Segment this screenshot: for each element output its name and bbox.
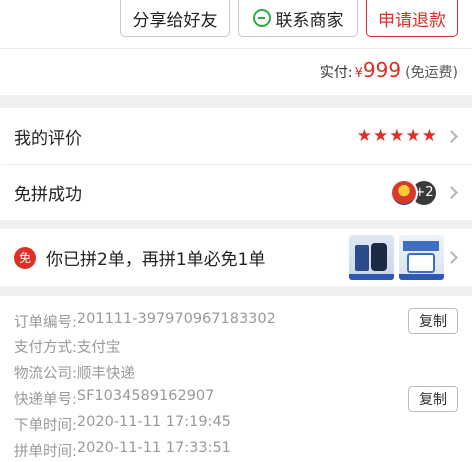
contact-button-label: 联系商家 [275,10,344,31]
thumb-shape [403,241,439,251]
currency-symbol: ¥ [354,66,363,81]
thumb-shape [371,243,387,271]
info-key: 拼单时间: [14,444,77,460]
order-number: 201111-397970967183302 [76,311,276,327]
shipping-note: (免运费) [405,65,458,81]
chevron-right-icon [445,186,458,199]
product-thumbnail[interactable] [399,235,444,280]
promo-text: 你已拼2单，再拼1单必免1单 [46,250,266,270]
request-refund-button[interactable]: 申请退款 [366,0,458,37]
contact-merchant-button[interactable]: 联系商家 [238,0,358,37]
tracking-number-line: 快递单号: SF1034589162907 [14,388,214,409]
info-key: 物流公司: [14,366,77,382]
rating-stars: ★★★★★ [356,126,438,146]
avatar [390,178,418,207]
share-button-label: 分享给好友 [132,10,218,31]
chevron-right-icon [445,251,458,264]
order-time-line: 下单时间: 2020-11-11 17:19:45 [14,414,231,435]
payment-method-line: 支付方式: 支付宝 [14,336,120,357]
chat-icon [252,9,271,27]
payment-label: 实付: [319,65,353,81]
info-key: 下单时间: [14,418,77,434]
tracking-number: SF1034589162907 [76,388,215,404]
group-success-row[interactable]: 免拼成功 +2 [0,165,472,220]
free-badge-icon: 免 [14,246,36,269]
info-key: 支付方式: [14,340,77,356]
copy-label: 复制 [419,314,447,330]
my-review-label: 我的评价 [14,128,82,149]
order-time: 2020-11-11 17:19:45 [76,414,231,430]
order-info-panel: 订单编号: 201111-397970967183302 复制 支付方式: 支付… [0,296,472,462]
thumb-shape [355,245,369,271]
refund-button-label: 申请退款 [378,10,446,31]
divider [0,48,472,49]
group-success-label: 免拼成功 [14,185,82,205]
thumb-shape [399,274,444,280]
group-time: 2020-11-11 17:33:51 [76,440,231,456]
copy-label: 复制 [419,392,447,408]
copy-order-number-button[interactable]: 复制 [408,308,458,334]
member-avatars: +2 [390,178,438,207]
order-number-line: 订单编号: 201111-397970967183302 [14,311,276,332]
thumb-shape [407,253,435,273]
group-time-line: 拼单时间: 2020-11-11 17:33:51 [14,440,231,461]
logistics-company: 顺丰快递 [76,366,135,382]
free-order-promo-row[interactable]: 免 你已拼2单，再拼1单必免1单 [0,229,472,286]
product-thumbnail[interactable] [349,235,394,280]
chevron-right-icon [445,129,458,143]
payment-method: 支付宝 [76,340,121,356]
info-key: 快递单号: [14,392,77,408]
payment-amount: 999 [362,58,402,82]
order-actions-panel: 分享给好友 联系商家 申请退款 实付: ¥ 999 (免运费) [0,0,472,95]
my-review-row[interactable]: 我的评价 ★★★★★ [0,108,472,164]
copy-tracking-number-button[interactable]: 复制 [408,386,458,412]
logistics-company-line: 物流公司: 顺丰快递 [14,362,135,383]
share-to-friend-button[interactable]: 分享给好友 [120,0,230,37]
thumb-shape [349,274,394,280]
payment-summary: 实付: ¥ 999 (免运费) [320,58,458,86]
info-key: 订单编号: [14,315,77,331]
